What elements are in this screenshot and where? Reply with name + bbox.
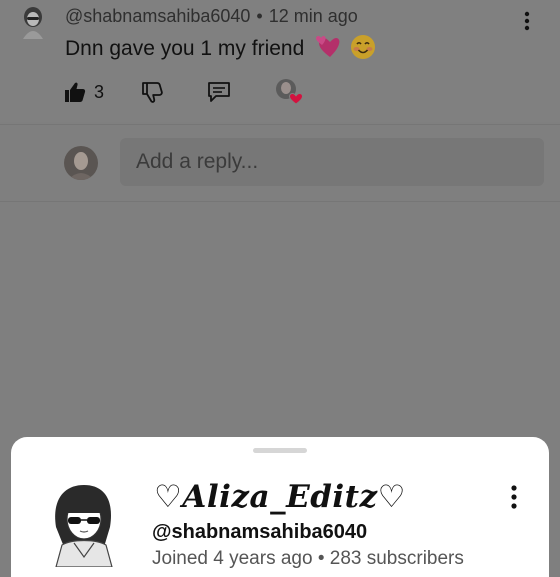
dimmed-background: @shabnamsahiba6040 • 12 min ago Dnn gave y… <box>0 0 560 577</box>
channel-more-button[interactable] <box>506 484 522 510</box>
comment: @shabnamsahiba6040 • 12 min ago Dnn gave y… <box>0 0 560 122</box>
dislike-button[interactable] <box>141 78 163 106</box>
reply-row: Add a reply... <box>0 124 560 202</box>
reply-placeholder: Add a reply... <box>136 150 259 173</box>
channel-joined-info: Joined 4 years ago • 283 subscribers <box>152 548 464 569</box>
reply-button[interactable] <box>207 78 231 106</box>
like-button[interactable]: 3 <box>64 78 104 106</box>
thumbs-down-icon <box>142 82 163 103</box>
user-avatar[interactable] <box>64 146 98 180</box>
comment-actions: 3 <box>0 78 560 108</box>
channel-avatar[interactable] <box>44 477 124 568</box>
comment-time: 12 min ago <box>268 6 358 26</box>
more-vert-icon <box>511 485 517 509</box>
sheet-drag-handle[interactable] <box>253 448 307 453</box>
comment-icon <box>208 82 230 102</box>
creator-heart <box>274 78 304 106</box>
smiling-face-icon <box>350 35 375 59</box>
creator-heart-icon <box>276 79 304 105</box>
channel-handle: @shabnamsahiba6040 <box>152 521 368 543</box>
more-vert-icon <box>524 11 530 31</box>
comment-more-button[interactable] <box>519 10 535 32</box>
channel-name: ♡Aliza_Editz♡ <box>154 479 406 515</box>
comment-meta: @shabnamsahiba6040 • 12 min ago <box>65 6 358 27</box>
like-count: 3 <box>94 81 105 102</box>
comment-author[interactable]: @shabnamsahiba6040 <box>65 6 250 26</box>
comment-text: Dnn gave you 1 my friend <box>65 37 305 60</box>
channel-bottom-sheet: ♡Aliza_Editz♡ @shabnamsahiba6040 Joined … <box>11 437 549 577</box>
reply-input[interactable]: Add a reply... <box>120 138 544 186</box>
thumbs-up-icon <box>65 82 86 102</box>
two-hearts-icon <box>316 36 340 57</box>
meta-separator: • <box>256 6 263 26</box>
comment-body: Dnn gave you 1 my friend <box>65 34 376 61</box>
commenter-avatar[interactable] <box>19 5 47 39</box>
